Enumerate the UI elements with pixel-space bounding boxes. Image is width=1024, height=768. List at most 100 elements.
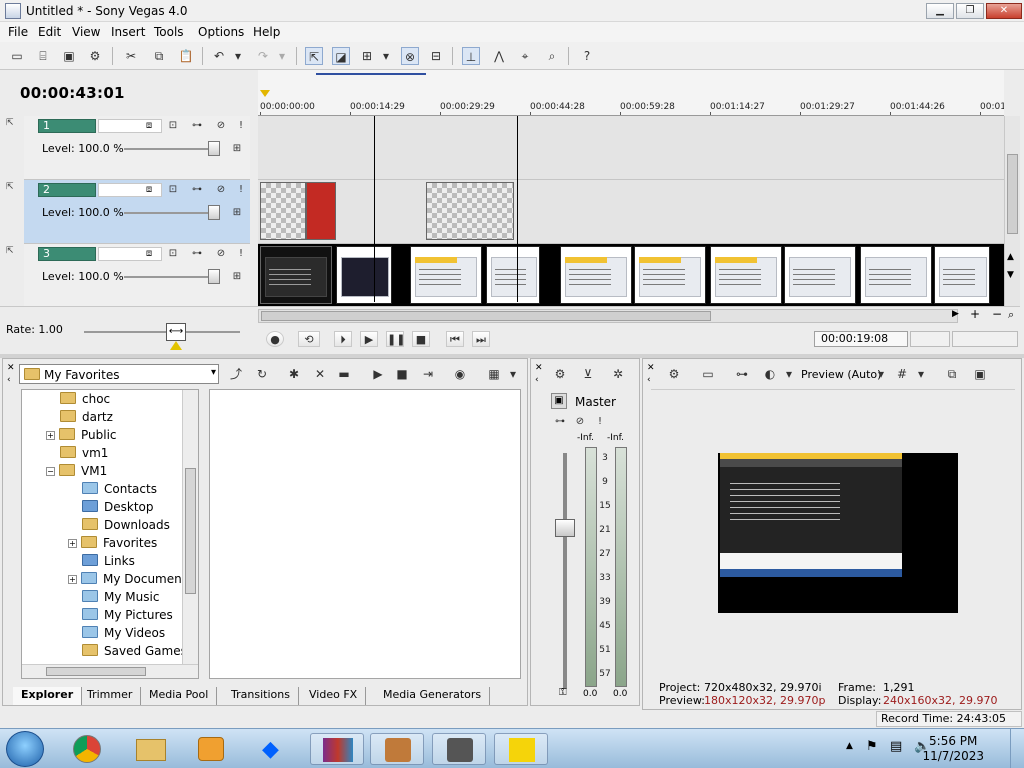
explorer-taskbar-icon[interactable] bbox=[124, 733, 178, 765]
cursor-marker-icon[interactable] bbox=[260, 90, 270, 97]
auto-crossfade-icon[interactable]: ⊗ bbox=[401, 47, 419, 65]
expand-icon[interactable]: + bbox=[46, 431, 55, 440]
playhead-line[interactable] bbox=[374, 116, 375, 302]
master-fx-icon[interactable]: ⊶ bbox=[553, 415, 567, 429]
timeline-vertical-scrollbar[interactable]: ▲ ▼ bbox=[1004, 116, 1020, 306]
start-button-icon[interactable] bbox=[6, 731, 44, 767]
master-solo-icon[interactable]: ! bbox=[593, 415, 607, 429]
snapping-icon[interactable]: ⇱ bbox=[305, 47, 323, 65]
menu-tools[interactable]: Tools bbox=[154, 25, 184, 39]
split-screen-icon[interactable]: ⊶ bbox=[733, 365, 751, 383]
maximize-button[interactable]: ❐ bbox=[956, 3, 984, 19]
tab-transitions[interactable]: Transitions bbox=[223, 687, 299, 705]
collapse-pane-icon[interactable]: ‹ bbox=[647, 375, 651, 385]
mute-icon[interactable]: ⊘ bbox=[214, 183, 228, 197]
network-icon[interactable]: ▤ bbox=[890, 739, 902, 754]
video-clip[interactable] bbox=[634, 246, 706, 304]
zoom-in-icon[interactable]: + bbox=[970, 307, 980, 321]
menu-help[interactable]: Help bbox=[253, 25, 280, 39]
composite-mode-icon[interactable]: ⊶ bbox=[190, 183, 204, 197]
composite-mode-icon[interactable]: ⊶ bbox=[190, 247, 204, 261]
mute-icon[interactable]: ⊘ bbox=[214, 247, 228, 261]
menu-view[interactable]: View bbox=[72, 25, 100, 39]
video-clip[interactable] bbox=[934, 246, 990, 304]
fader-lock-icon[interactable]: ⚿ bbox=[559, 687, 567, 698]
auto-ripple-icon[interactable]: ◪ bbox=[332, 47, 350, 65]
video-clip[interactable] bbox=[260, 182, 306, 240]
scroll-right-icon[interactable]: ▶ bbox=[952, 309, 959, 319]
zoom-tool-icon[interactable]: ⌕ bbox=[1008, 308, 1014, 322]
location-dropdown[interactable]: My Favorites ▾ bbox=[19, 364, 219, 384]
level-slider-knob[interactable] bbox=[208, 141, 220, 156]
scroll-down-icon[interactable]: ▼ bbox=[1007, 270, 1014, 280]
tree-item[interactable]: My Pictures bbox=[82, 606, 173, 624]
video-clip[interactable] bbox=[860, 246, 932, 304]
overlays-icon[interactable]: ◐ bbox=[761, 365, 779, 383]
collapse-pane-icon[interactable]: ‹ bbox=[7, 375, 11, 385]
open-folder-icon[interactable]: ⌸ bbox=[34, 47, 52, 65]
track-motion-icon[interactable]: ⊡ bbox=[166, 247, 180, 261]
time-ruler[interactable]: 00:00:00:00 00:00:14:29 00:00:29:29 00:0… bbox=[258, 70, 1004, 116]
tree-horizontal-scrollbar[interactable] bbox=[22, 664, 198, 678]
delete-icon[interactable]: ✕ bbox=[311, 365, 329, 383]
track-expand-icon[interactable]: ⇱ bbox=[6, 246, 22, 256]
tree-item[interactable]: Links bbox=[82, 552, 135, 570]
tab-explorer[interactable]: Explorer bbox=[13, 687, 83, 705]
play-from-start-button[interactable]: ⏵ bbox=[334, 331, 352, 347]
get-media-icon[interactable]: ◉ bbox=[451, 365, 469, 383]
video-clip[interactable] bbox=[306, 182, 336, 240]
track-expand-icon[interactable]: ⇱ bbox=[6, 182, 22, 192]
selection-end-line[interactable] bbox=[517, 116, 518, 302]
video-clip[interactable] bbox=[260, 246, 332, 304]
envelope-tool-icon[interactable]: ⋀ bbox=[490, 47, 508, 65]
sticky-notes-taskbar-icon[interactable] bbox=[494, 733, 548, 765]
track-lane-3[interactable] bbox=[258, 244, 1004, 308]
track-expand-icon[interactable]: ⇱ bbox=[6, 118, 22, 128]
expand-icon[interactable]: + bbox=[68, 575, 77, 584]
new-file-icon[interactable]: ▭ bbox=[8, 47, 26, 65]
solo-icon[interactable]: ! bbox=[234, 183, 248, 197]
close-button[interactable]: ✕ bbox=[986, 3, 1022, 19]
zoom-tool-icon[interactable]: ⌕ bbox=[543, 47, 561, 65]
mixer-properties-icon[interactable]: ⚙ bbox=[551, 365, 569, 383]
normal-edit-tool-icon[interactable]: ⊥ bbox=[462, 47, 480, 65]
cut-icon[interactable]: ✂ bbox=[122, 47, 140, 65]
video-tool-taskbar-icon[interactable] bbox=[432, 733, 486, 765]
tree-item[interactable]: + Public bbox=[46, 426, 117, 444]
tree-item[interactable]: + Favorites bbox=[68, 534, 157, 552]
tree-item[interactable]: Contacts bbox=[82, 480, 157, 498]
new-folder-icon[interactable]: ✱ bbox=[285, 365, 303, 383]
close-pane-icon[interactable]: ✕ bbox=[647, 363, 655, 373]
tree-item[interactable]: choc bbox=[60, 390, 110, 408]
show-hidden-icons-icon[interactable]: ▲ bbox=[846, 741, 853, 751]
solo-icon[interactable]: ! bbox=[234, 119, 248, 133]
chrome-taskbar-icon[interactable] bbox=[60, 733, 114, 765]
video-clip[interactable] bbox=[784, 246, 856, 304]
track-header-2[interactable]: 2 ⧈ ⊡ ⊶ ⊘ ! Level: 100.0 % ⊞ bbox=[24, 180, 250, 244]
mute-icon[interactable]: ⊘ bbox=[214, 119, 228, 133]
preview-quality-dropdown[interactable]: Preview (Auto) bbox=[801, 368, 881, 381]
menu-file[interactable]: File bbox=[8, 25, 28, 39]
tab-media-pool[interactable]: Media Pool bbox=[141, 687, 218, 705]
track-lane-2[interactable] bbox=[258, 180, 1004, 244]
close-pane-icon[interactable]: ✕ bbox=[535, 363, 543, 373]
track-fx-icon[interactable]: ⊞ bbox=[230, 142, 244, 156]
show-desktop-button[interactable] bbox=[1010, 729, 1024, 768]
scroll-up-icon[interactable]: ▲ bbox=[1007, 252, 1014, 262]
zoom-out-icon[interactable]: − bbox=[992, 307, 1002, 321]
dim-output-icon[interactable]: ✲ bbox=[609, 365, 627, 383]
go-to-end-button[interactable]: ⏭ bbox=[472, 331, 490, 347]
copy-snapshot-icon[interactable]: ⧉ bbox=[943, 365, 961, 383]
bypass-motion-blur-icon[interactable]: ⧈ bbox=[142, 119, 156, 133]
downmix-icon[interactable]: ⊻ bbox=[579, 365, 597, 383]
undo-icon[interactable]: ↶ bbox=[210, 47, 228, 65]
master-mute-icon[interactable]: ⊘ bbox=[573, 415, 587, 429]
refresh-icon[interactable]: ↻ bbox=[253, 365, 271, 383]
solo-icon[interactable]: ! bbox=[234, 247, 248, 261]
stop-button[interactable]: ■ bbox=[412, 331, 430, 347]
ignore-grouping-icon[interactable]: ⊟ bbox=[427, 47, 445, 65]
master-fader-knob[interactable] bbox=[555, 519, 575, 537]
tree-item[interactable]: Downloads bbox=[82, 516, 170, 534]
track-header-1[interactable]: 1 ⧈ ⊡ ⊶ ⊘ ! Level: 100.0 % ⊞ bbox=[24, 116, 250, 180]
copy-icon[interactable]: ⧉ bbox=[150, 47, 168, 65]
